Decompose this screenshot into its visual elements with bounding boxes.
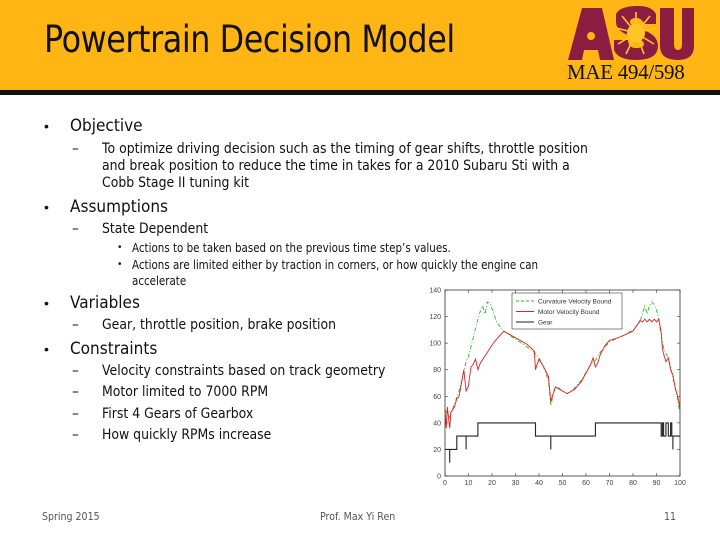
dash-icon: –	[72, 427, 79, 443]
dash-icon: –	[72, 317, 79, 333]
x-tick-label: 90	[653, 480, 661, 487]
bullet-icon: •	[44, 295, 49, 311]
y-tick-label: 20	[433, 447, 441, 454]
y-tick-label: 120	[429, 314, 441, 321]
objective-line-3: Cobb Stage II tuning kit	[102, 175, 249, 191]
section-heading-assumptions: Assumptions	[70, 197, 169, 217]
y-tick-label: 140	[429, 288, 441, 295]
footer-date: Spring 2015	[42, 510, 100, 523]
constraint-3: First 4 Gears of Gearbox	[102, 406, 254, 422]
y-tick-label: 100	[429, 341, 441, 348]
dash-icon: –	[72, 384, 79, 400]
constraint-4: How quickly RPMs increase	[102, 427, 272, 443]
section-heading-variables: Variables	[70, 293, 140, 313]
x-tick-label: 20	[488, 480, 496, 487]
x-tick-label: 30	[512, 480, 520, 487]
x-tick-label: 0	[443, 480, 447, 487]
bullet-icon: •	[118, 259, 122, 270]
y-tick-label: 40	[433, 420, 441, 427]
objective-line-2: and break position to reduce the time in…	[102, 158, 570, 174]
y-tick-label: 80	[433, 367, 441, 374]
variables-line: Gear, throttle position, brake position	[102, 317, 337, 333]
assumption-sub-2-line-1: Actions are limited either by traction i…	[132, 258, 539, 272]
assumption-sub-1: Actions to be taken based on the previou…	[132, 241, 451, 255]
dash-icon: –	[72, 141, 79, 157]
slide-number: 11	[664, 510, 677, 523]
legend-label: Curvature Velocity Bound	[538, 299, 612, 306]
x-tick-label: 60	[582, 480, 590, 487]
constraint-2: Motor limited to 7000 RPM	[102, 384, 269, 400]
x-tick-label: 40	[535, 480, 543, 487]
x-tick-label: 50	[559, 480, 567, 487]
assumption-sub-2-line-2: accelerate	[132, 274, 187, 288]
bullet-icon: •	[118, 242, 122, 253]
dash-icon: –	[72, 221, 79, 237]
section-heading-objective: Objective	[70, 116, 143, 136]
bullet-icon: •	[44, 118, 49, 134]
legend: Curvature Velocity Bound Motor Velocity B…	[511, 292, 623, 330]
x-tick-label: 70	[606, 480, 614, 487]
y-tick-label: 0	[437, 474, 441, 481]
legend-label: Motor Velocity Bound	[538, 309, 600, 316]
bullet-icon: •	[44, 341, 49, 357]
y-tick-label: 60	[433, 394, 441, 401]
velocity-gear-chart: 0 20 40 60 80 100 120 140 0 10 20 30 40 50 60 70 80 90 10…	[429, 288, 686, 488]
objective-line-1: To optimize driving decision such as the…	[102, 141, 588, 157]
x-tick-label: 80	[629, 480, 637, 487]
assumption-state-dependent: State Dependent	[102, 221, 209, 237]
footer-presenter: Prof. Max Yi Ren	[320, 510, 396, 523]
x-tick-label: 10	[465, 480, 473, 487]
dash-icon: –	[72, 363, 79, 379]
dash-icon: –	[72, 406, 79, 422]
legend-label: Gear	[538, 320, 553, 327]
constraint-1: Velocity constraints based on track geom…	[102, 363, 386, 379]
x-tick-label: 100	[674, 480, 686, 487]
section-heading-constraints: Constraints	[70, 339, 158, 359]
bullet-icon: •	[44, 199, 49, 215]
